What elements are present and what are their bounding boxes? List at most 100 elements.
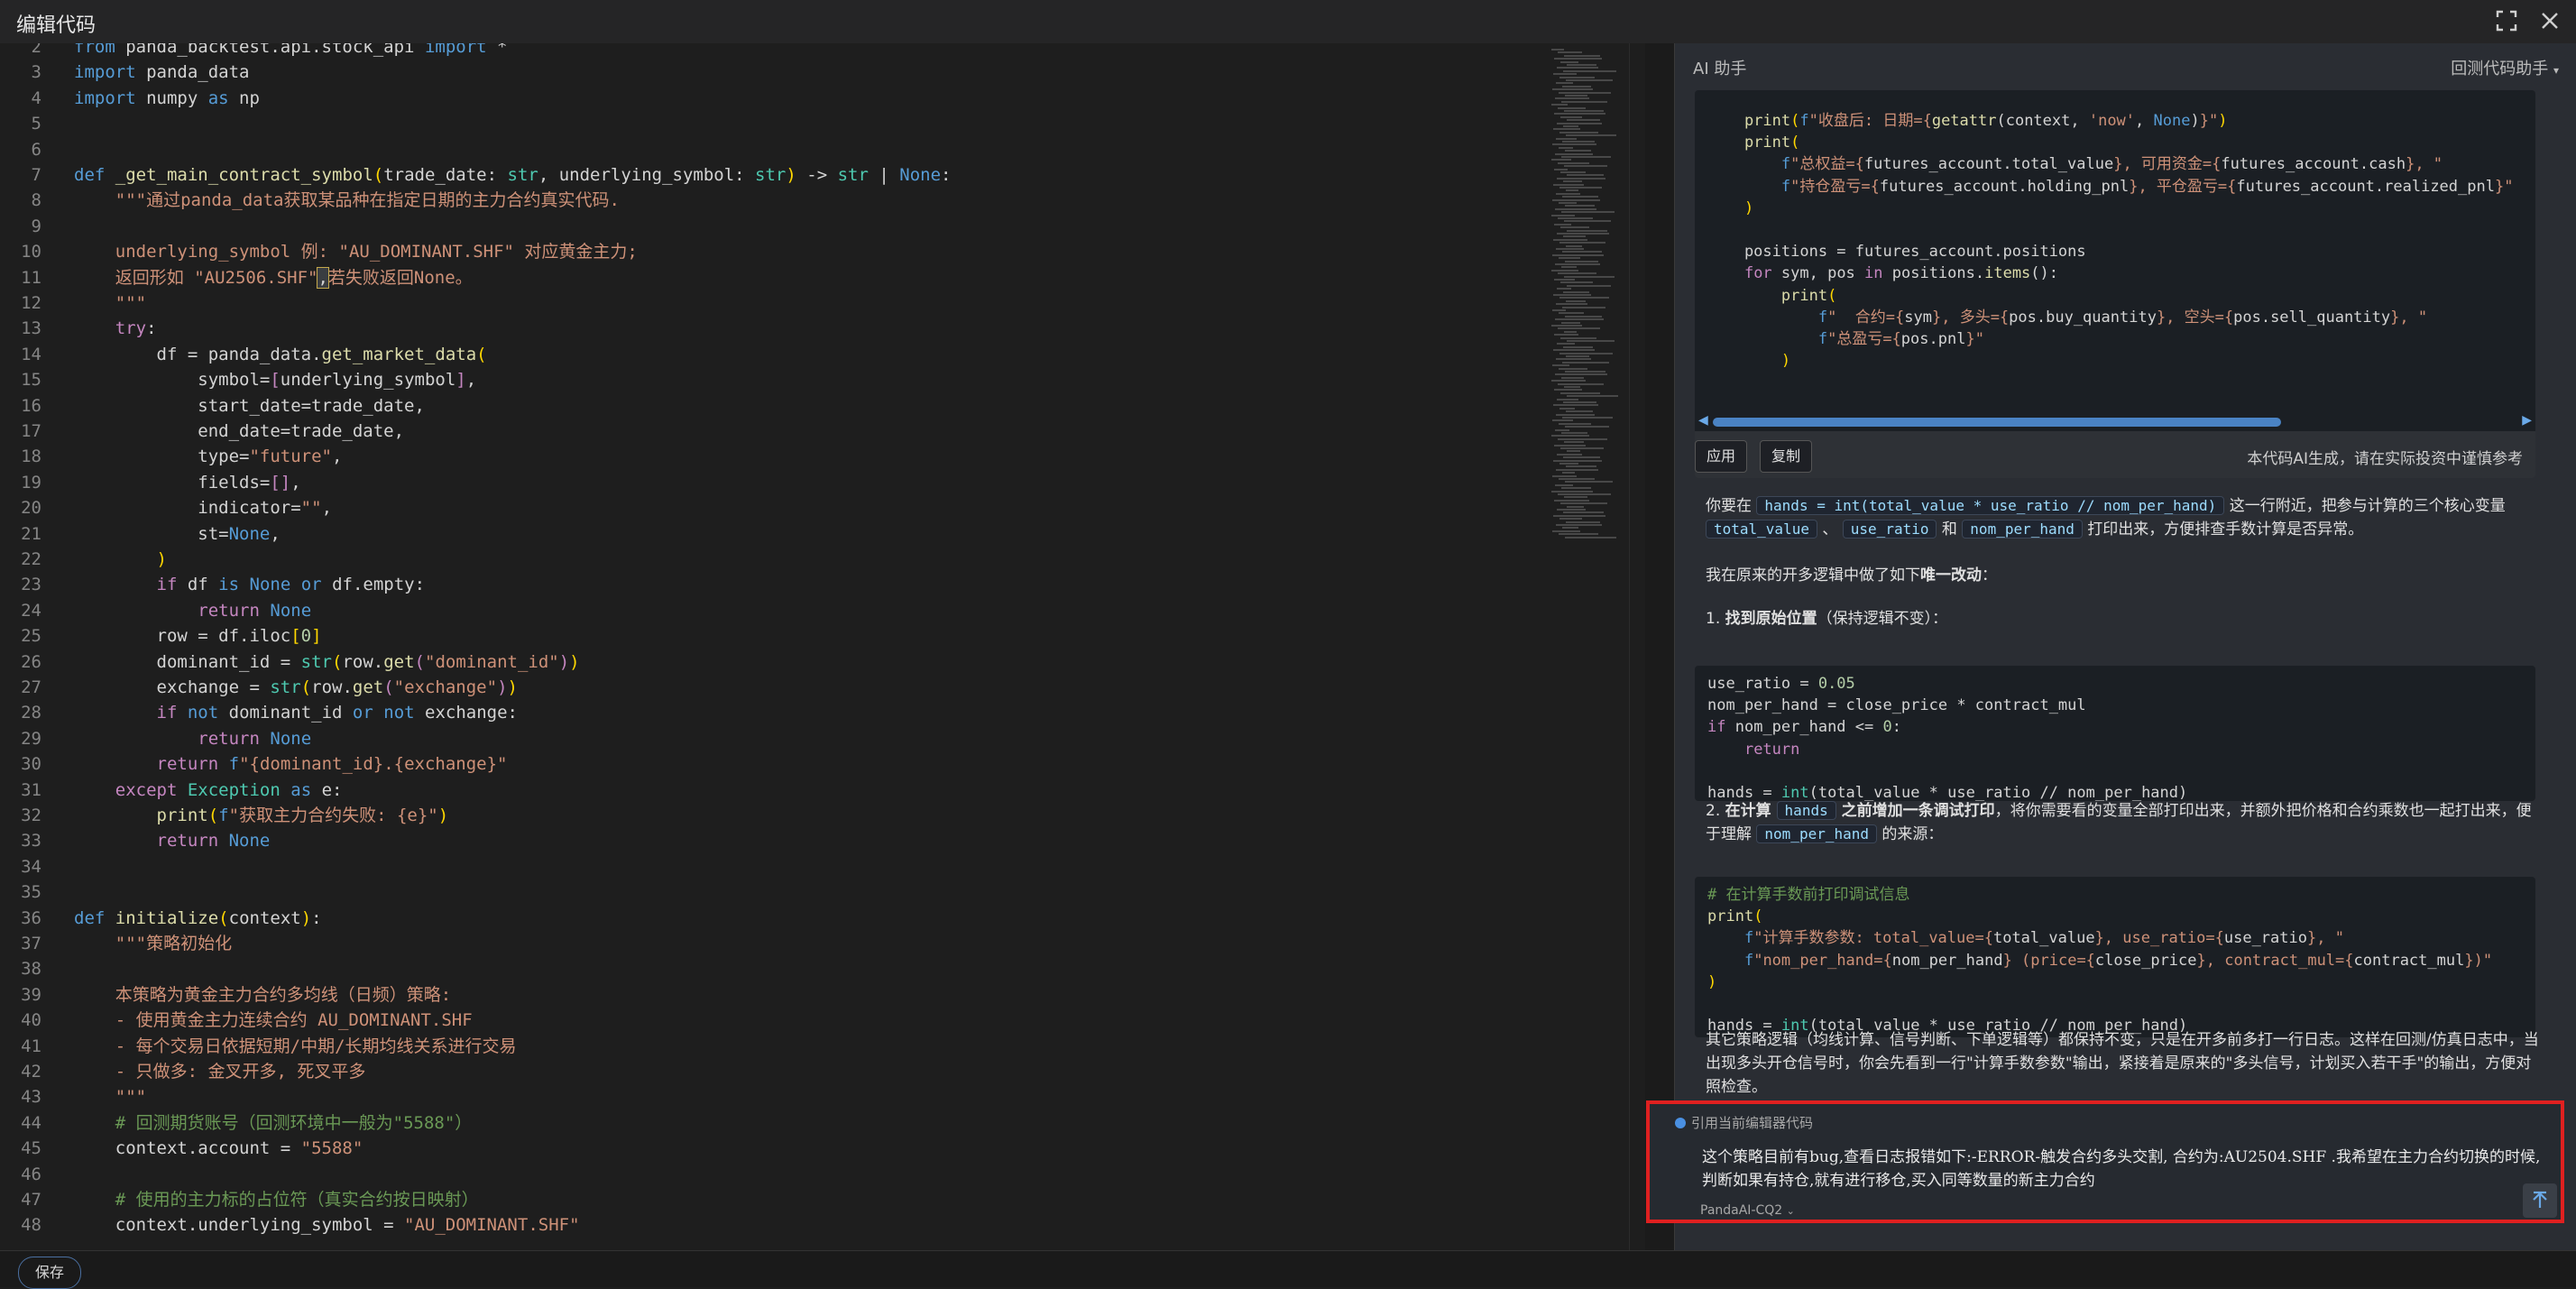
line-number: 42 <box>21 1062 41 1082</box>
code-line[interactable]: 29 return None <box>0 726 1533 751</box>
line-number: 41 <box>21 1036 41 1056</box>
minimap-line <box>1560 391 1600 394</box>
code-line[interactable]: 8 """通过panda_data获取某品种在指定日期的主力合约真实代码. <box>0 188 1533 213</box>
scroll-right-icon[interactable]: ▶ <box>2522 413 2532 428</box>
code-token: [] <box>270 472 291 493</box>
code-token: ) <box>300 907 312 928</box>
code-line[interactable]: 39 本策略为黄金主力合约多均线（日频）策略: <box>0 982 1533 1008</box>
code-line[interactable]: 32 print(f"获取主力合约失败: {e}") <box>0 803 1533 828</box>
code-line[interactable]: 26 dominant_id = str(row.get("dominant_i… <box>0 649 1533 675</box>
code-line[interactable]: 36 def initialize(context): <box>0 906 1533 931</box>
code-line[interactable]: 46 <box>0 1162 1533 1187</box>
code-block-1: print(f"收盘后: 日期={getattr(context, 'now',… <box>1695 90 2535 433</box>
code-token: df.empty: <box>321 575 426 595</box>
code-line[interactable]: 25 row = df.iloc[0] <box>0 623 1533 649</box>
minimap-line <box>1554 58 1602 60</box>
code-line[interactable]: 28 if not dominant_id or not exchange: <box>0 700 1533 725</box>
code-line[interactable]: 20 indicator="", <box>0 495 1533 520</box>
code-line[interactable]: 43 """ <box>0 1084 1533 1109</box>
code-line[interactable]: 40 - 使用黄金主力连续合约 AU_DOMINANT.SHF <box>0 1008 1533 1033</box>
code-token: 若失败返回None。 <box>327 267 473 288</box>
code-line[interactable]: 19 fields=[], <box>0 470 1533 495</box>
code-line[interactable]: 2 from panda_backtest.api.stock_api impor… <box>0 43 1533 60</box>
save-button[interactable]: 保存 <box>18 1257 82 1289</box>
code-token: df = panda_data. <box>74 344 322 364</box>
code-line[interactable]: 14 df = panda_data.get_market_data( <box>0 342 1533 367</box>
minimap-line <box>1562 306 1605 308</box>
minimap[interactable] <box>1548 43 1629 1250</box>
code-block-line: f"计算手数参数: total_value={total_value}, use… <box>1707 927 2344 949</box>
code-line[interactable]: 5 <box>0 111 1533 136</box>
code-line[interactable]: 48 context.underlying_symbol = "AU_DOMIN… <box>0 1212 1533 1238</box>
code-line[interactable]: 16 start_date=trade_date, <box>0 393 1533 419</box>
code-line[interactable]: 33 return None <box>0 828 1533 853</box>
line-number: 44 <box>21 1112 41 1133</box>
code-line[interactable]: 10 underlying_symbol 例: "AU_DOMINANT.SHF… <box>0 239 1533 264</box>
text: 、 <box>1817 520 1838 539</box>
code-line[interactable]: 18 type="future", <box>0 444 1533 469</box>
code-line[interactable]: 9 <box>0 214 1533 239</box>
close-icon[interactable] <box>2536 7 2563 34</box>
code-line[interactable]: 15 symbol=[underlying_symbol], <box>0 367 1533 392</box>
code-line[interactable]: 35 <box>0 879 1533 905</box>
code-token: ) <box>497 677 508 697</box>
code-line[interactable]: 44 # 回测期货账号（回测环境中一般为"5588"） <box>0 1110 1533 1136</box>
line-code: exchange = str(row.get("exchange")) <box>74 675 518 700</box>
code-line[interactable]: 23 if df is None or df.empty: <box>0 572 1533 597</box>
minimap-line <box>1555 97 1589 100</box>
code-line[interactable]: 22 ) <box>0 547 1533 572</box>
code-line[interactable]: 4 import numpy as np <box>0 86 1533 111</box>
code-token: row. <box>311 677 353 697</box>
apply-button[interactable]: 应用 <box>1695 440 1748 473</box>
code-line[interactable]: 45 context.account = "5588" <box>0 1136 1533 1161</box>
code-token: print <box>1707 907 1754 926</box>
code-line[interactable]: 11 返回形如 "AU2506.SHF",若失败返回None。 <box>0 265 1533 290</box>
code-editor[interactable]: 2 from panda_backtest.api.stock_api impor… <box>0 43 1548 1250</box>
code-line[interactable]: 38 <box>0 956 1533 981</box>
code-line[interactable]: 7 def _get_main_contract_symbol(trade_dat… <box>0 162 1533 188</box>
code-line[interactable]: 42 - 只做多: 金叉开多, 死叉平多 <box>0 1059 1533 1084</box>
chat-history[interactable]: print(f"收盘后: 日期={getattr(context, 'now',… <box>1675 90 2576 1146</box>
code-token: [ <box>290 626 301 647</box>
code-line[interactable]: 27 exchange = str(row.get("exchange")) <box>0 675 1533 700</box>
reference-editor-code-toggle[interactable]: 引用当前编辑器代码 <box>1675 1113 1813 1132</box>
code-line[interactable]: 6 <box>0 137 1533 162</box>
code-line[interactable]: 3 import panda_data <box>0 60 1533 85</box>
code-line[interactable]: 13 try: <box>0 316 1533 341</box>
code-token: contract_mul <box>2353 951 2465 970</box>
code-line[interactable]: 24 return None <box>0 598 1533 623</box>
line-code: dominant_id = str(row.get("dominant_id")… <box>74 649 580 675</box>
minimap-line <box>1559 91 1611 94</box>
code-token: - 使用黄金主力连续合约 AU_DOMINANT.SHF <box>74 1010 473 1031</box>
line-code: end_date=trade_date, <box>74 419 404 444</box>
code-line[interactable]: 12 """ <box>0 290 1533 316</box>
code-token: def <box>74 907 106 928</box>
panel-divider[interactable] <box>1645 43 1674 1250</box>
code-line[interactable]: 17 end_date=trade_date, <box>0 419 1533 444</box>
code-line[interactable]: 41 - 每个交易日依据短期/中期/长期均线关系进行交易 <box>0 1034 1533 1059</box>
send-button[interactable] <box>2523 1183 2557 1218</box>
minimap-line <box>1565 260 1598 262</box>
chat-input-box[interactable]: 引用当前编辑器代码 这个策略目前有bug,查看日志报错如下:-ERROR-触发合… <box>1646 1100 2564 1223</box>
code-line[interactable]: 30 return f"{dominant_id}.{exchange}" <box>0 751 1533 777</box>
code-token: , <box>2135 112 2154 130</box>
code-block-hscroll[interactable]: ◀ ▶ <box>1695 413 2535 431</box>
minimap-line <box>1559 131 1598 134</box>
hscroll-thumb[interactable] <box>1713 418 2281 427</box>
code-line[interactable]: 21 st=None, <box>0 521 1533 547</box>
minimap-line <box>1553 238 1587 241</box>
copy-button[interactable]: 复制 <box>1760 440 1813 473</box>
code-line[interactable]: 47 # 使用的主力标的占位符（真实合约按日映射） <box>0 1187 1533 1212</box>
code-line[interactable]: 37 """策略初始化 <box>0 931 1533 956</box>
code-line[interactable]: 34 <box>0 854 1533 879</box>
fullscreen-icon[interactable] <box>2493 7 2520 34</box>
model-select[interactable]: PandaAI-CQ2 ⌄ <box>1700 1203 1795 1218</box>
chat-input-text[interactable]: 这个策略目前有bug,查看日志报错如下:-ERROR-触发合约多头交割, 合约为… <box>1702 1146 2541 1192</box>
code-line[interactable]: 31 except Exception as e: <box>0 778 1533 803</box>
assistant-mode-select[interactable]: 回测代码助手 ▾ <box>2451 56 2559 79</box>
minimap-line <box>1553 128 1580 131</box>
scroll-left-icon[interactable]: ◀ <box>1698 413 1708 428</box>
editor-scrollbar[interactable] <box>1629 43 1646 1250</box>
